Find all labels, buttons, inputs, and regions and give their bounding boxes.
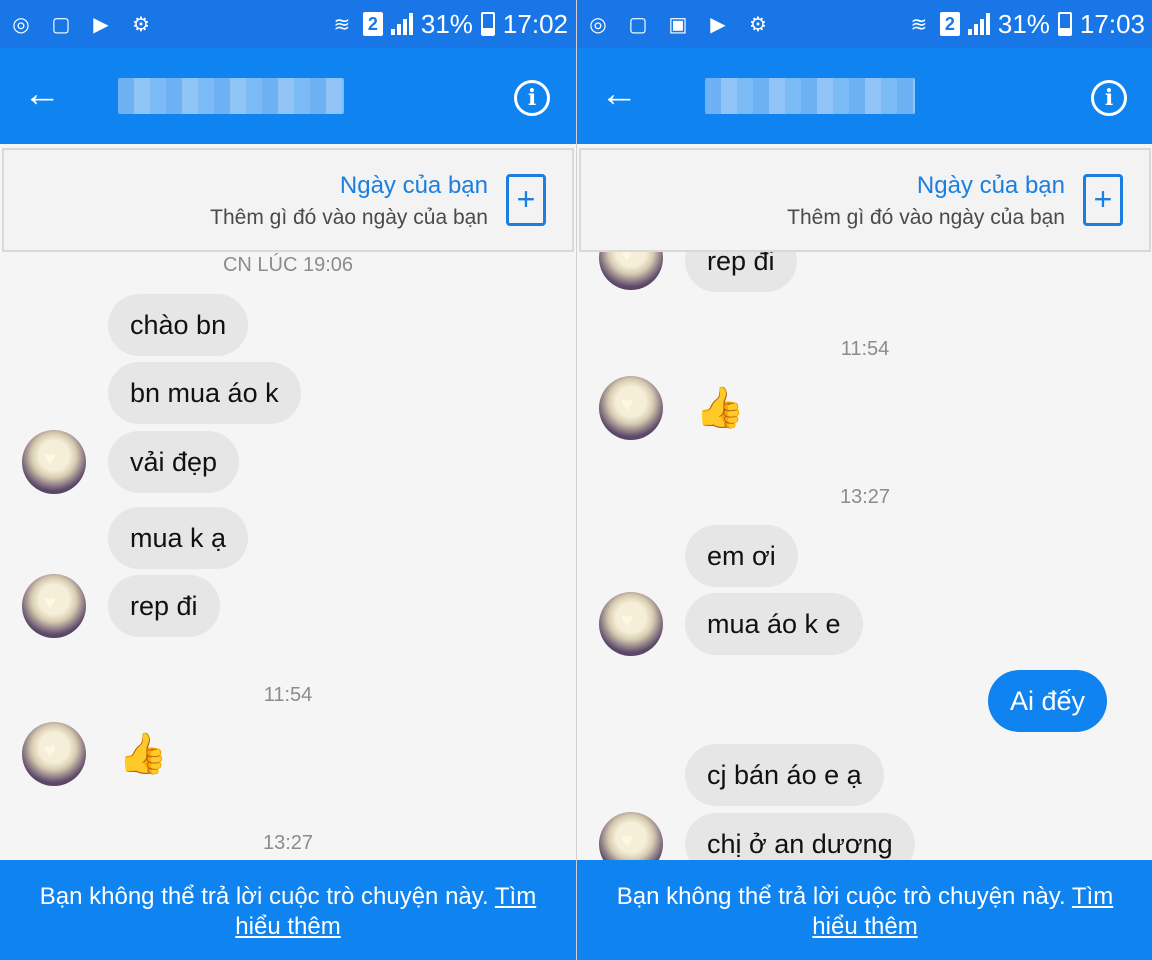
youtube-icon: ▶ — [93, 13, 109, 36]
avatar[interactable]: ♥ — [599, 252, 663, 290]
footer-text: Bạn không thể trả lời cuộc trò chuyện nà… — [616, 883, 1066, 910]
heart-icon: ♥ — [44, 448, 56, 470]
banner-title[interactable]: Ngày của bạn — [917, 172, 1065, 200]
message-bubble[interactable]: rep đi — [108, 575, 220, 637]
thumbs-up-icon[interactable]: 👍 — [695, 384, 745, 431]
avatar[interactable]: ♥ — [599, 376, 663, 440]
chat-header: ← i — [577, 48, 1152, 144]
avatar[interactable]: ♥ — [22, 430, 86, 494]
message-bubble[interactable]: rep đi — [685, 252, 797, 292]
avatar[interactable]: ♥ — [22, 722, 86, 786]
arrow-left-icon[interactable]: ← — [22, 74, 62, 114]
thumbs-up-icon[interactable]: 👍 — [118, 730, 168, 777]
wifi-icon: ≋ — [333, 13, 351, 36]
device-icon: ▢ — [51, 13, 71, 36]
status-bar: ◎ ▢ ▣ ▶ ⚙ ≋ 2 31% 17:03 — [577, 0, 1152, 48]
heart-icon: ♥ — [621, 252, 633, 266]
heart-icon: ♥ — [621, 610, 633, 632]
status-bar: ◎ ▢ ▶ ⚙ ≋ 2 31% 17:02 — [0, 0, 576, 48]
sim-badge: 2 — [362, 12, 383, 36]
cannot-reply-footer: Bạn không thể trả lời cuộc trò chuyện nà… — [0, 860, 576, 960]
my-message-bubble[interactable]: Ai đếy — [987, 670, 1107, 732]
message-bubble[interactable]: cj bán áo e ạ — [685, 744, 884, 806]
clock: 17:03 — [1079, 8, 1145, 39]
chrome-icon: ◎ — [589, 13, 607, 36]
timestamp: 13:27 — [839, 486, 891, 508]
battery-icon — [1057, 12, 1072, 36]
battery-percent: 31% — [997, 8, 1050, 39]
message-list[interactable]: CN LÚC 19:06 chào bn bn mua áo k vải đẹp… — [0, 252, 576, 860]
signal-icon — [967, 13, 990, 35]
banner-subtitle: Thêm gì đó vào ngày của bạn — [787, 206, 1065, 229]
battery-percent: 31% — [420, 8, 473, 39]
banner-subtitle: Thêm gì đó vào ngày của bạn — [210, 206, 488, 229]
signal-icon — [390, 13, 413, 35]
arrow-left-icon[interactable]: ← — [599, 74, 639, 114]
settings-icon: ⚙ — [749, 13, 767, 36]
wifi-icon: ≋ — [910, 13, 928, 36]
add-icon[interactable]: + — [506, 174, 546, 226]
message-list[interactable]: ♥ rep đi 11:54 ♥ 👍 13:27 em ơi mua áo k … — [577, 252, 1152, 860]
gallery-icon: ▣ — [668, 13, 688, 36]
message-bubble[interactable]: chị ở an dương — [685, 813, 915, 860]
youtube-icon: ▶ — [710, 13, 726, 36]
avatar[interactable]: ♥ — [22, 574, 86, 638]
footer-text: Bạn không thể trả lời cuộc trò chuyện nà… — [39, 883, 489, 910]
settings-icon: ⚙ — [132, 13, 150, 36]
avatar[interactable]: ♥ — [599, 592, 663, 656]
timestamp: 13:27 — [262, 832, 314, 854]
message-bubble[interactable]: chào bn — [108, 294, 249, 356]
day-banner[interactable]: Ngày của bạn Thêm gì đó vào ngày của bạn… — [2, 148, 574, 252]
timestamp: 11:54 — [840, 338, 890, 360]
heart-icon: ♥ — [621, 830, 633, 852]
info-icon[interactable]: i — [514, 80, 550, 116]
chat-header: ← i — [0, 48, 576, 144]
message-bubble[interactable]: bn mua áo k — [108, 362, 301, 424]
screen-left: ◎ ▢ ▶ ⚙ ≋ 2 31% 17:02 ← i Ngày của bạn T… — [0, 0, 576, 960]
add-icon[interactable]: + — [1083, 174, 1123, 226]
timestamp: 11:54 — [263, 684, 313, 706]
screen-right: ◎ ▢ ▣ ▶ ⚙ ≋ 2 31% 17:03 ← i Ngày của bạn… — [576, 0, 1152, 960]
message-bubble[interactable]: em ơi — [685, 525, 798, 587]
message-bubble[interactable]: vải đẹp — [108, 431, 240, 493]
cannot-reply-footer: Bạn không thể trả lời cuộc trò chuyện nà… — [577, 860, 1152, 960]
avatar[interactable]: ♥ — [599, 812, 663, 860]
contact-name-blurred — [705, 78, 915, 114]
clock: 17:02 — [502, 8, 568, 39]
timestamp: CN LÚC 19:06 — [222, 254, 354, 276]
day-banner[interactable]: Ngày của bạn Thêm gì đó vào ngày của bạn… — [579, 148, 1151, 252]
message-bubble[interactable]: mua áo k e — [685, 593, 863, 655]
heart-icon: ♥ — [44, 592, 56, 614]
info-icon[interactable]: i — [1091, 80, 1127, 116]
contact-name-blurred — [118, 78, 344, 114]
heart-icon: ♥ — [44, 740, 56, 762]
device-icon: ▢ — [628, 13, 648, 36]
message-bubble[interactable]: mua k ạ — [108, 507, 249, 569]
heart-icon: ♥ — [621, 394, 633, 416]
battery-icon — [480, 12, 495, 36]
chrome-icon: ◎ — [12, 13, 30, 36]
banner-title[interactable]: Ngày của bạn — [340, 172, 488, 200]
sim-badge: 2 — [939, 12, 960, 36]
